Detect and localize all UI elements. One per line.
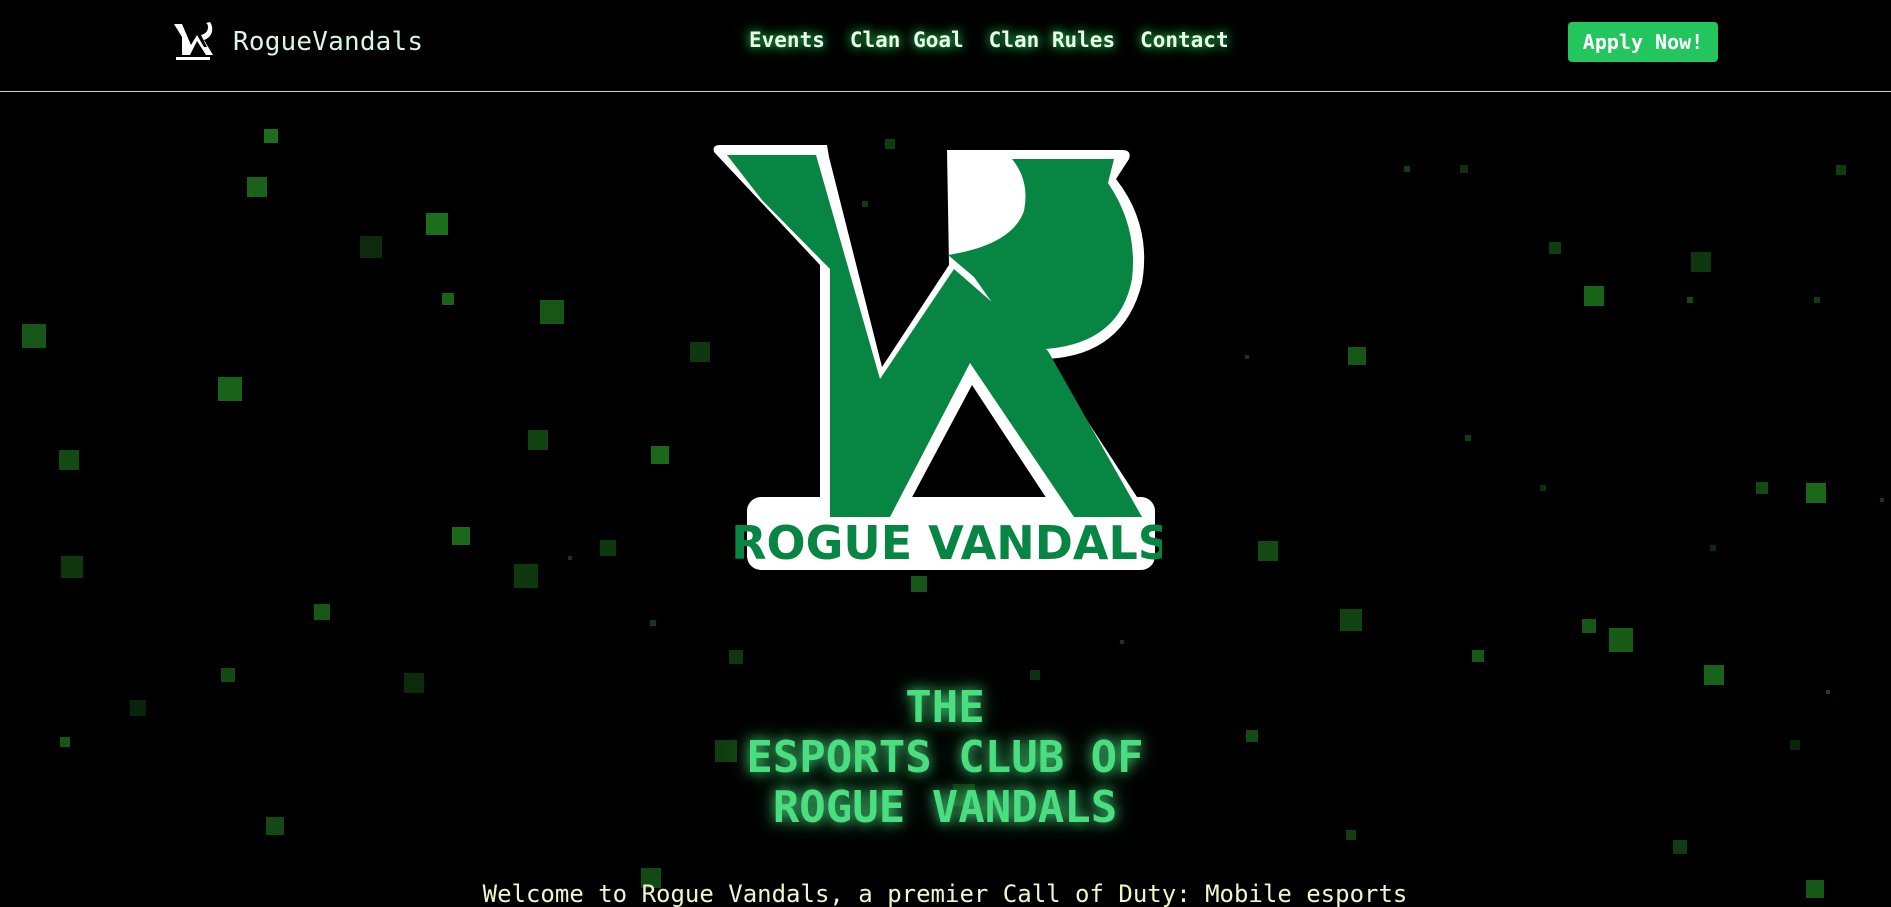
headline-line: ROGUE VANDALS xyxy=(772,782,1118,833)
background-particle xyxy=(1030,670,1040,680)
background-particle xyxy=(1826,690,1830,694)
background-particle xyxy=(360,236,382,258)
background-particle xyxy=(1348,347,1366,365)
nav-link-events[interactable]: Events xyxy=(749,28,825,52)
background-particle xyxy=(1460,165,1468,173)
background-particle xyxy=(1691,252,1711,272)
background-particle xyxy=(22,324,46,348)
rogue-vandals-rv-logo-icon xyxy=(174,22,213,60)
background-particle xyxy=(1806,880,1824,898)
background-particle xyxy=(59,450,79,470)
background-particle xyxy=(1710,545,1716,551)
headline-line: ESPORTS CLUB OF xyxy=(746,732,1144,783)
background-particle xyxy=(1245,355,1249,359)
nav-link-contact[interactable]: Contact xyxy=(1140,28,1229,52)
background-particle xyxy=(600,540,616,556)
background-particle xyxy=(452,527,470,545)
background-particle xyxy=(1609,628,1633,652)
background-particle xyxy=(1465,435,1471,441)
hero-headline: THE ESPORTS CLUB OF ROGUE VANDALS xyxy=(645,683,1245,833)
background-particle xyxy=(266,817,284,835)
site-header: RogueVandals Events Clan Goal Clan Rules… xyxy=(0,0,1891,92)
background-particle xyxy=(514,564,538,588)
background-particle xyxy=(540,300,564,324)
background-particle xyxy=(314,604,330,620)
main-nav: Events Clan Goal Clan Rules Contact xyxy=(749,28,1229,52)
background-particle xyxy=(690,342,710,362)
rogue-vandals-hero-logo: ROGUE VANDALS xyxy=(713,145,1162,570)
hero-intro-text: Welcome to Rogue Vandals, a premier Call… xyxy=(482,880,1408,907)
background-particle xyxy=(651,446,669,464)
apply-now-button[interactable]: Apply Now! xyxy=(1568,22,1718,62)
background-particle xyxy=(221,668,235,682)
background-particle xyxy=(130,700,146,716)
background-particle xyxy=(1673,840,1687,854)
background-particle xyxy=(650,620,656,626)
nav-link-clan-goal[interactable]: Clan Goal xyxy=(850,28,964,52)
background-particle xyxy=(729,650,743,664)
background-particle xyxy=(1404,166,1410,172)
background-particle xyxy=(218,377,242,401)
background-particle xyxy=(1704,665,1724,685)
background-particle xyxy=(1582,619,1596,633)
background-particle xyxy=(1340,609,1362,631)
background-particle xyxy=(1790,740,1800,750)
background-particle xyxy=(60,737,70,747)
brand[interactable]: RogueVandals xyxy=(171,21,423,63)
background-particle xyxy=(1258,541,1278,561)
background-particle xyxy=(426,213,448,235)
hero-logo-wordmark: ROGUE VANDALS xyxy=(731,516,1162,570)
background-particle xyxy=(911,576,927,592)
background-particle xyxy=(247,177,267,197)
background-particle xyxy=(1687,297,1693,303)
background-particle xyxy=(1346,830,1356,840)
headline-line: THE xyxy=(905,682,985,733)
background-particle xyxy=(1120,640,1124,644)
nav-link-clan-rules[interactable]: Clan Rules xyxy=(989,28,1115,52)
background-particle xyxy=(404,673,424,693)
background-particle xyxy=(1540,485,1546,491)
background-particle xyxy=(264,129,278,143)
background-particle xyxy=(61,556,83,578)
background-particle xyxy=(568,556,572,560)
brand-name: RogueVandals xyxy=(233,27,424,57)
background-particle xyxy=(442,293,454,305)
background-particle xyxy=(1246,730,1258,742)
background-particle xyxy=(1472,650,1484,662)
background-particle xyxy=(1880,498,1884,502)
background-particle xyxy=(1814,297,1820,303)
background-particle xyxy=(1836,165,1846,175)
background-particle xyxy=(1549,242,1561,254)
background-particle xyxy=(1756,482,1768,494)
background-particle xyxy=(528,430,548,450)
background-particle xyxy=(1806,483,1826,503)
background-particle xyxy=(1584,286,1604,306)
